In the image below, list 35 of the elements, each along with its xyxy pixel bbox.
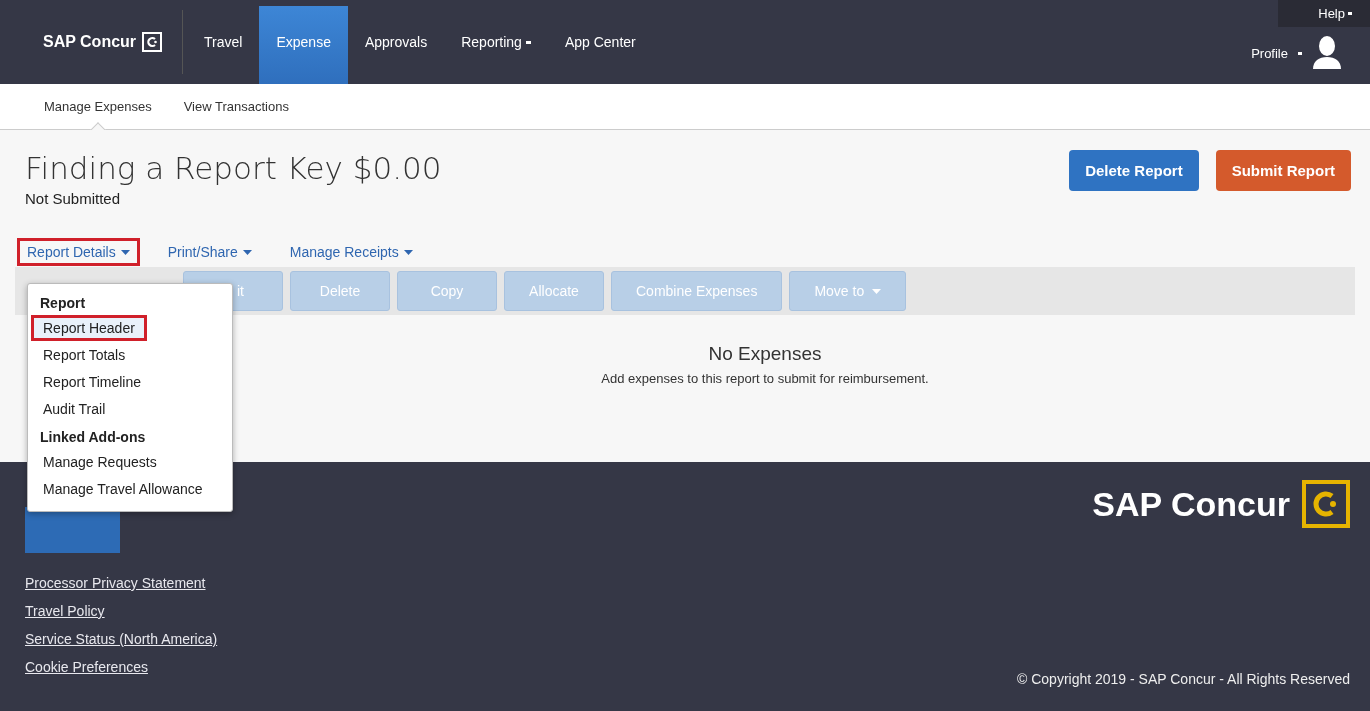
nav-tab[interactable]: Travel	[187, 6, 260, 84]
brand-text: SAP Concur	[1092, 484, 1290, 524]
delete-report-button[interactable]: Delete Report	[1069, 150, 1199, 191]
menu-item[interactable]: Audit Trail	[31, 396, 118, 422]
empty-title: No Expenses	[708, 343, 822, 365]
logo-icon	[1302, 480, 1350, 528]
logo-text: SAP Concur	[43, 33, 137, 51]
sub-nav-tab[interactable]: View Transactions	[167, 84, 305, 129]
footer-link[interactable]: Travel Policy	[25, 603, 218, 619]
nav-tab[interactable]: Approvals	[347, 6, 445, 84]
dropdown-link[interactable]: Print/Share	[157, 238, 262, 266]
menu-item[interactable]: Report Header	[31, 315, 147, 341]
dropdown-link[interactable]: Manage Receipts	[279, 238, 423, 266]
empty-message: Add expenses to this report to submit for reimbursement.	[601, 371, 929, 386]
report-title: Finding a Report Key $0.00	[25, 150, 442, 186]
menu-heading: Report	[39, 294, 87, 313]
logo-icon	[142, 32, 163, 52]
menu-item[interactable]: Report Timeline	[31, 369, 154, 395]
menu-heading: Linked Add-ons	[39, 428, 147, 447]
submit-report-button[interactable]: Submit Report	[1215, 150, 1351, 191]
help-menu[interactable]: Help	[1318, 6, 1345, 21]
menu-item[interactable]: Manage Travel Allowance	[31, 476, 215, 502]
nav-tab[interactable]: Reporting	[444, 6, 548, 84]
avatar-icon[interactable]	[1312, 35, 1342, 71]
footer-link[interactable]: Service Status (North America)	[25, 631, 218, 647]
copyright-text: © Copyright 2019 - SAP Concur - All Rights Reserved	[1017, 671, 1350, 687]
profile-menu[interactable]: Profile	[1251, 45, 1288, 61]
nav-tab[interactable]: Expense	[259, 6, 348, 84]
footer-link[interactable]: Cookie Preferences	[25, 659, 218, 675]
report-status: Not Submitted	[25, 190, 122, 207]
footer-link[interactable]: Processor Privacy Statement	[25, 575, 218, 591]
menu-item[interactable]: Manage Requests	[31, 449, 169, 475]
menu-item[interactable]: Report Totals	[31, 342, 138, 368]
nav-tab[interactable]: App Center	[547, 6, 653, 84]
dropdown-link[interactable]: Report Details	[17, 238, 140, 266]
